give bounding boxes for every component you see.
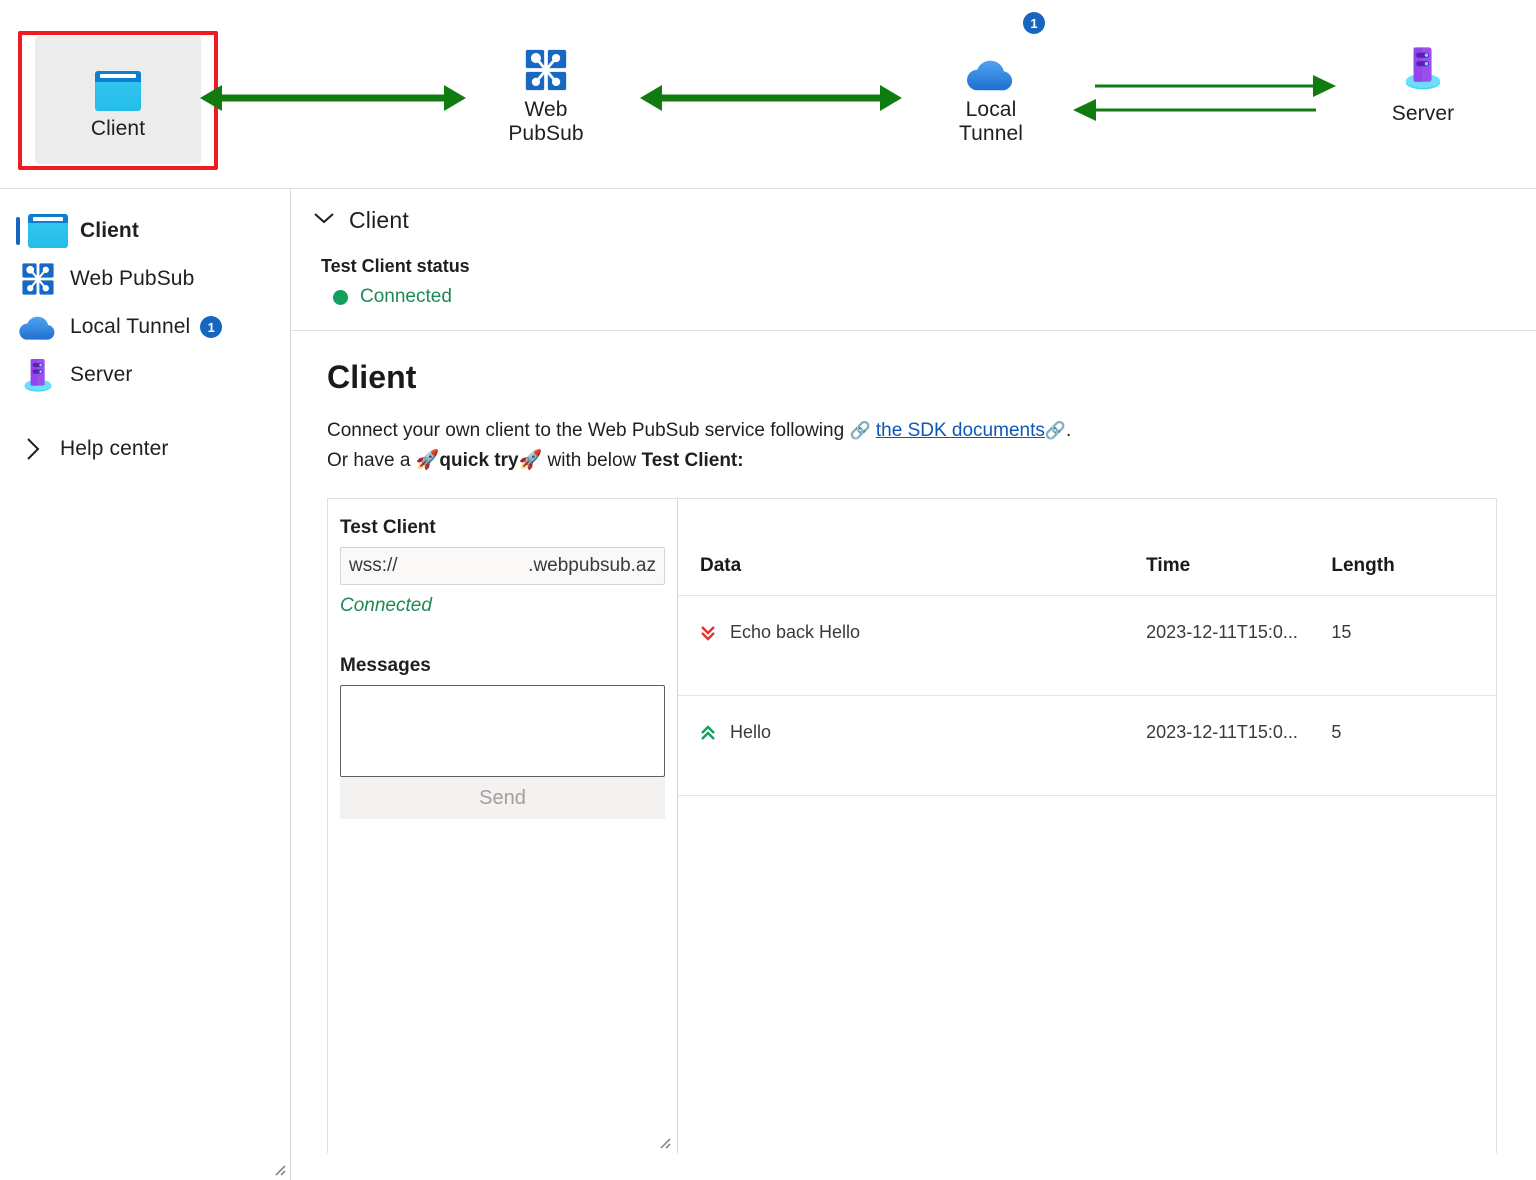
section-title: Client [349,207,409,234]
table-row[interactable]: Hello 2023-12-11T15:0... 5 [678,696,1496,796]
page-title: Client [327,359,1536,396]
description-text-1: Connect your own client to the Web PubSu… [327,420,844,441]
chevron-right-icon [18,436,48,462]
url-suffix: .webpubsub.az [528,555,656,577]
sidebar-item-label: Client [80,219,139,243]
link-icon: 🔗 [849,421,870,440]
rocket-icon: 🚀 [416,450,440,471]
description-period: . [1066,420,1071,441]
help-center-label: Help center [60,437,169,461]
sidebar-item-label: Local Tunnel [70,315,190,339]
diagram-node-label-local-tunnel-line1: Local [911,98,1071,122]
web-pubsub-icon [18,262,58,296]
sidebar-resize-handle[interactable] [272,1162,286,1176]
diagram-node-label-server: Server [1343,102,1503,126]
message-length: 15 [1331,596,1496,696]
diagram-node-label-web-pubsub-line1: Web [466,98,626,122]
quicktry-text-1: Or have a [327,450,410,471]
sidebar-item-local-tunnel[interactable]: Local Tunnel 1 [0,303,290,351]
sdk-documents-link[interactable]: the SDK documents [876,420,1045,441]
cloud-icon [18,313,58,341]
arrow-localtunnel-server [1070,72,1336,124]
link-icon: 🔗 [1045,421,1066,440]
diagram-node-local-tunnel[interactable]: 1 Local Tunnel [911,30,1071,145]
sidebar: Client Web PubSub [0,189,291,1180]
messages-label: Messages [340,655,665,677]
message-data: Echo back Hello [730,622,860,643]
panel-resize-handle[interactable] [657,1135,671,1149]
message-input[interactable] [340,685,665,777]
test-client-inline-label: Test Client: [642,450,744,471]
client-section: Client Connect your own client to the We… [291,331,1536,1153]
client-description: Connect your own client to the Web PubSu… [327,416,1536,446]
client-quick-try-line: Or have a 🚀quick try🚀 with below Test Cl… [327,446,1536,476]
test-client-controls: Test Client wss:// .webpubsub.az Connect… [328,499,678,1153]
connection-status-text: Connected [340,595,665,617]
test-client-status-value: Connected [360,286,452,308]
test-client-title: Test Client [340,517,665,539]
collapse-toggle-client[interactable]: Client [313,207,1536,234]
diagram-node-web-pubsub[interactable]: Web PubSub [466,30,626,145]
status-dot-icon [333,290,348,305]
quick-try-label: quick try [439,450,518,471]
sidebar-item-label: Server [70,363,132,387]
arrow-client-webpubsub [200,80,466,116]
chevron-down-icon [313,211,335,230]
sidebar-item-label: Web PubSub [70,267,194,291]
diagram-node-label-web-pubsub-line2: PubSub [466,122,626,146]
message-time: 2023-12-11T15:0... [1146,596,1331,696]
client-status-header: Client Test Client status Connected [291,189,1536,331]
double-chevron-down-icon [700,623,716,643]
sidebar-item-server[interactable]: Server [0,351,290,399]
sidebar-badge-local-tunnel: 1 [200,316,222,338]
column-header-data[interactable]: Data [678,499,1146,596]
messages-table-pane: Data Time Length [678,499,1496,1153]
architecture-diagram: Client Web PubSub [0,0,1536,189]
web-pubsub-icon [466,30,626,92]
messages-table: Data Time Length [678,499,1496,796]
sidebar-item-help-center[interactable]: Help center [0,425,290,473]
test-client-panel: Test Client wss:// .webpubsub.az Connect… [327,498,1497,1153]
selection-indicator [16,217,20,245]
browser-window-icon [95,59,141,111]
send-button[interactable]: Send [340,777,665,819]
message-length: 5 [1331,696,1496,796]
diagram-node-label-local-tunnel-line2: Tunnel [911,122,1071,146]
rocket-icon: 🚀 [519,450,543,471]
diagram-node-label-client: Client [91,117,145,141]
quicktry-text-2: with below [548,450,637,471]
arrow-webpubsub-localtunnel [640,80,902,116]
sidebar-item-client[interactable]: Client [0,207,290,255]
test-client-status-label: Test Client status [321,256,1536,277]
diagram-node-server[interactable]: Server [1343,30,1503,126]
main-content: Client Test Client status Connected Clie… [291,189,1536,1180]
column-header-length[interactable]: Length [1331,499,1496,596]
server-icon [18,356,58,394]
local-tunnel-badge: 1 [1023,12,1045,34]
url-prefix: wss:// [349,555,398,577]
table-row[interactable]: Echo back Hello 2023-12-11T15:0... 15 [678,596,1496,696]
message-data: Hello [730,722,771,743]
browser-window-icon [28,214,68,248]
client-card[interactable]: Client [35,36,201,164]
sidebar-item-web-pubsub[interactable]: Web PubSub [0,255,290,303]
server-icon [1343,30,1503,92]
double-chevron-up-icon [700,723,716,743]
diagram-node-client[interactable]: Client [35,36,201,164]
table-header-row: Data Time Length [678,499,1496,596]
message-time: 2023-12-11T15:0... [1146,696,1331,796]
cloud-icon: 1 [911,30,1071,92]
column-header-time[interactable]: Time [1146,499,1331,596]
websocket-url-input[interactable]: wss:// .webpubsub.az [340,547,665,585]
